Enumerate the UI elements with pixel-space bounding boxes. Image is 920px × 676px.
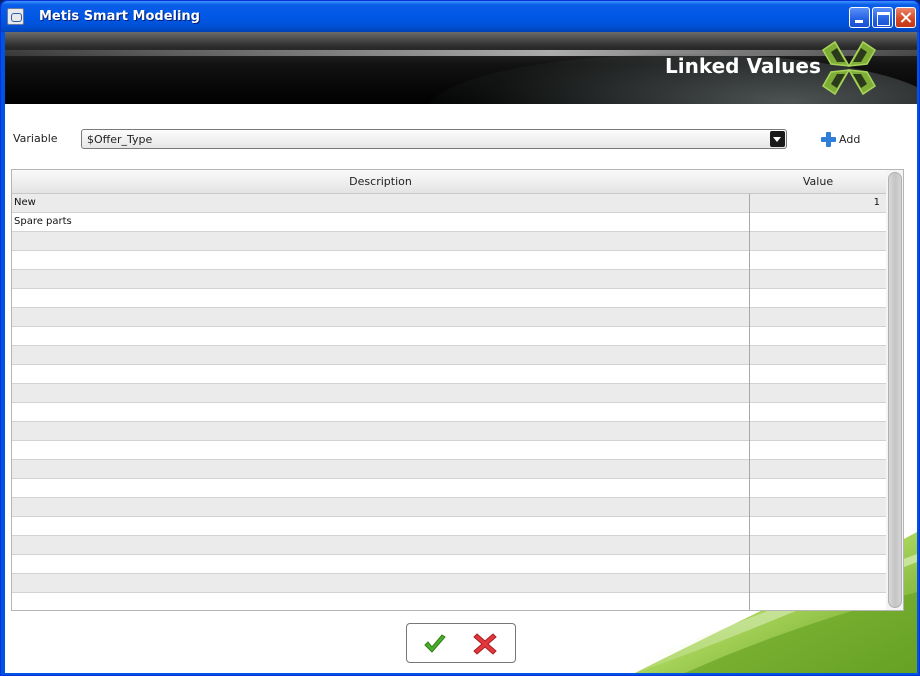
table-row[interactable]	[12, 403, 886, 422]
table-header: Description Value	[12, 170, 886, 194]
metis-logo-icon	[822, 40, 876, 96]
table-row[interactable]	[12, 517, 886, 536]
checkmark-icon[interactable]	[423, 632, 447, 656]
table-row[interactable]: Spare parts	[12, 213, 886, 232]
table-row[interactable]	[12, 498, 886, 517]
variable-select-value: $Offer_Type	[87, 133, 153, 146]
variable-select[interactable]: $Offer_Type	[81, 129, 787, 149]
plus-icon	[821, 131, 836, 147]
table-row[interactable]	[12, 346, 886, 365]
window-title: Metis Smart Modeling	[39, 9, 200, 24]
table-row[interactable]	[12, 460, 886, 479]
value-cell[interactable]: 1	[750, 197, 880, 208]
column-header-description[interactable]: Description	[12, 175, 749, 188]
scrollbar-thumb[interactable]	[888, 172, 902, 608]
close-button[interactable]	[895, 7, 916, 28]
table-row[interactable]	[12, 308, 886, 327]
header-banner: Linked Values	[5, 32, 917, 104]
app-icon[interactable]	[7, 8, 24, 25]
table-row[interactable]	[12, 270, 886, 289]
red-x-icon[interactable]	[473, 632, 497, 656]
table-row[interactable]	[12, 536, 886, 555]
add-button-label: Add	[839, 132, 861, 146]
table-row[interactable]	[12, 251, 886, 270]
description-cell[interactable]: Spare parts	[14, 216, 72, 227]
add-button[interactable]: Add	[821, 131, 860, 147]
table-row[interactable]	[12, 574, 886, 593]
action-button-group	[406, 623, 516, 663]
minimize-button[interactable]	[849, 7, 870, 28]
dialog-content: Linked Values Variable $Offer_Type Add D…	[5, 32, 917, 673]
linked-values-table: Description Value New 1 Spare parts	[11, 169, 904, 611]
column-header-value[interactable]: Value	[750, 175, 886, 188]
table-row[interactable]	[12, 384, 886, 403]
table-row[interactable]	[12, 422, 886, 441]
maximize-button[interactable]	[872, 7, 893, 28]
page-title: Linked Values	[665, 54, 821, 78]
variable-label: Variable	[13, 132, 58, 145]
title-bar[interactable]: Metis Smart Modeling	[1, 1, 919, 32]
table-body: New 1 Spare parts	[12, 194, 886, 610]
table-row[interactable]	[12, 593, 886, 610]
column-divider	[749, 194, 750, 610]
table-row[interactable]	[12, 479, 886, 498]
table-row[interactable]	[12, 365, 886, 384]
vertical-scrollbar[interactable]	[886, 170, 903, 610]
table-row[interactable]	[12, 232, 886, 251]
table-row[interactable]	[12, 441, 886, 460]
description-cell[interactable]: New	[14, 197, 36, 208]
app-window: Metis Smart Modeling Linked Values Varia…	[0, 0, 920, 676]
table-row[interactable]	[12, 289, 886, 308]
chevron-down-icon[interactable]	[770, 131, 785, 147]
table-row[interactable]	[12, 327, 886, 346]
table-row[interactable]	[12, 555, 886, 574]
table-row[interactable]: New 1	[12, 194, 886, 213]
